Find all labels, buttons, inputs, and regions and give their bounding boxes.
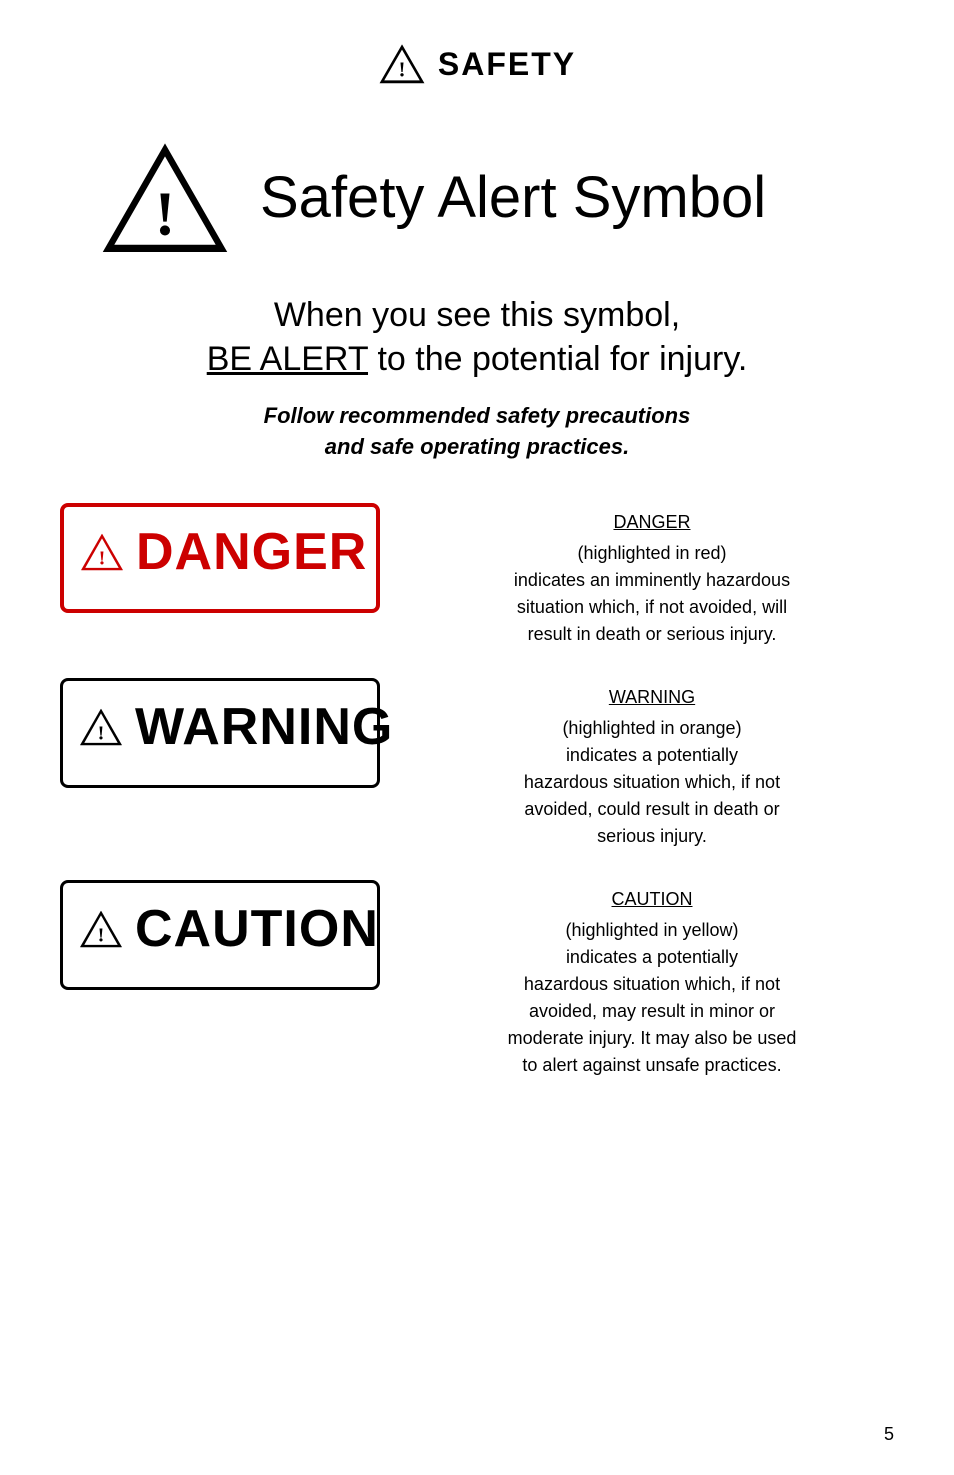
caution-description: CAUTION (highlighted in yellow) indicate… bbox=[410, 880, 894, 1079]
caution-desc-line2: indicates a potentially bbox=[566, 947, 738, 967]
svg-text:!: ! bbox=[98, 924, 105, 946]
caution-desc-line6: to alert against unsafe practices. bbox=[522, 1055, 781, 1075]
danger-row: ! DANGER DANGER (highlighted in red) ind… bbox=[60, 503, 894, 648]
svg-text:!: ! bbox=[155, 179, 176, 248]
danger-label-box: ! DANGER bbox=[60, 503, 380, 613]
caution-row: ! CAUTION CAUTION (highlighted in yellow… bbox=[60, 880, 894, 1079]
svg-text:!: ! bbox=[99, 547, 106, 569]
caution-desc-line3: hazardous situation which, if not bbox=[524, 974, 780, 994]
warning-title: WARNING bbox=[410, 684, 894, 711]
svg-text:!: ! bbox=[398, 57, 405, 81]
danger-desc-line1: (highlighted in red) bbox=[577, 543, 726, 563]
page: ! SAFETY ! Safety Alert Symbol When you … bbox=[0, 0, 954, 1475]
warning-label-text: WARNING bbox=[135, 701, 393, 753]
header-inner: ! SAFETY bbox=[378, 40, 576, 88]
danger-triangle-icon: ! bbox=[80, 530, 124, 574]
caution-title: CAUTION bbox=[410, 886, 894, 913]
alert-description: When you see this symbol, BE ALERT to th… bbox=[60, 293, 894, 381]
danger-label-text: DANGER bbox=[136, 526, 367, 578]
alert-line2-part2: to the potential for injury. bbox=[368, 340, 747, 378]
danger-title: DANGER bbox=[410, 509, 894, 536]
caution-label-text: CAUTION bbox=[135, 903, 379, 955]
warning-desc-line2: indicates a potentially bbox=[566, 745, 738, 765]
safety-levels: ! DANGER DANGER (highlighted in red) ind… bbox=[60, 503, 894, 1079]
danger-desc-line3: situation which, if not avoided, will bbox=[517, 597, 787, 617]
caution-desc-line1: (highlighted in yellow) bbox=[565, 920, 738, 940]
warning-triangle-icon: ! bbox=[79, 705, 123, 749]
page-number: 5 bbox=[884, 1424, 894, 1445]
be-alert-text: BE ALERT bbox=[207, 340, 368, 378]
follow-text-content: Follow recommended safety precautions an… bbox=[60, 401, 894, 463]
safety-alert-title: Safety Alert Symbol bbox=[260, 166, 766, 230]
header-title: SAFETY bbox=[438, 46, 576, 83]
caution-label-box: ! CAUTION bbox=[60, 880, 380, 990]
warning-description: WARNING (highlighted in orange) indicate… bbox=[410, 678, 894, 850]
warning-label-box: ! WARNING bbox=[60, 678, 380, 788]
alert-line1: When you see this symbol, bbox=[60, 293, 894, 337]
caution-triangle-icon: ! bbox=[79, 907, 123, 951]
warning-desc-line4: avoided, could result in death or bbox=[524, 799, 779, 819]
follow-text-section: Follow recommended safety precautions an… bbox=[60, 401, 894, 463]
header-warning-icon: ! bbox=[378, 40, 426, 88]
warning-row: ! WARNING WARNING (highlighted in orange… bbox=[60, 678, 894, 850]
danger-description: DANGER (highlighted in red) indicates an… bbox=[410, 503, 894, 648]
danger-desc-line2: indicates an imminently hazardous bbox=[514, 570, 790, 590]
alert-line2: BE ALERT to the potential for injury. bbox=[60, 337, 894, 381]
safety-alert-section: ! Safety Alert Symbol bbox=[60, 133, 894, 263]
caution-desc-line4: avoided, may result in minor or bbox=[529, 1001, 775, 1021]
svg-text:!: ! bbox=[98, 722, 105, 744]
page-header: ! SAFETY bbox=[60, 40, 894, 93]
warning-desc-line3: hazardous situation which, if not bbox=[524, 772, 780, 792]
safety-alert-icon: ! bbox=[100, 133, 230, 263]
warning-desc-line5: serious injury. bbox=[597, 826, 707, 846]
warning-desc-line1: (highlighted in orange) bbox=[562, 718, 741, 738]
danger-desc-line4: result in death or serious injury. bbox=[528, 624, 777, 644]
caution-desc-line5: moderate injury. It may also be used bbox=[508, 1028, 797, 1048]
